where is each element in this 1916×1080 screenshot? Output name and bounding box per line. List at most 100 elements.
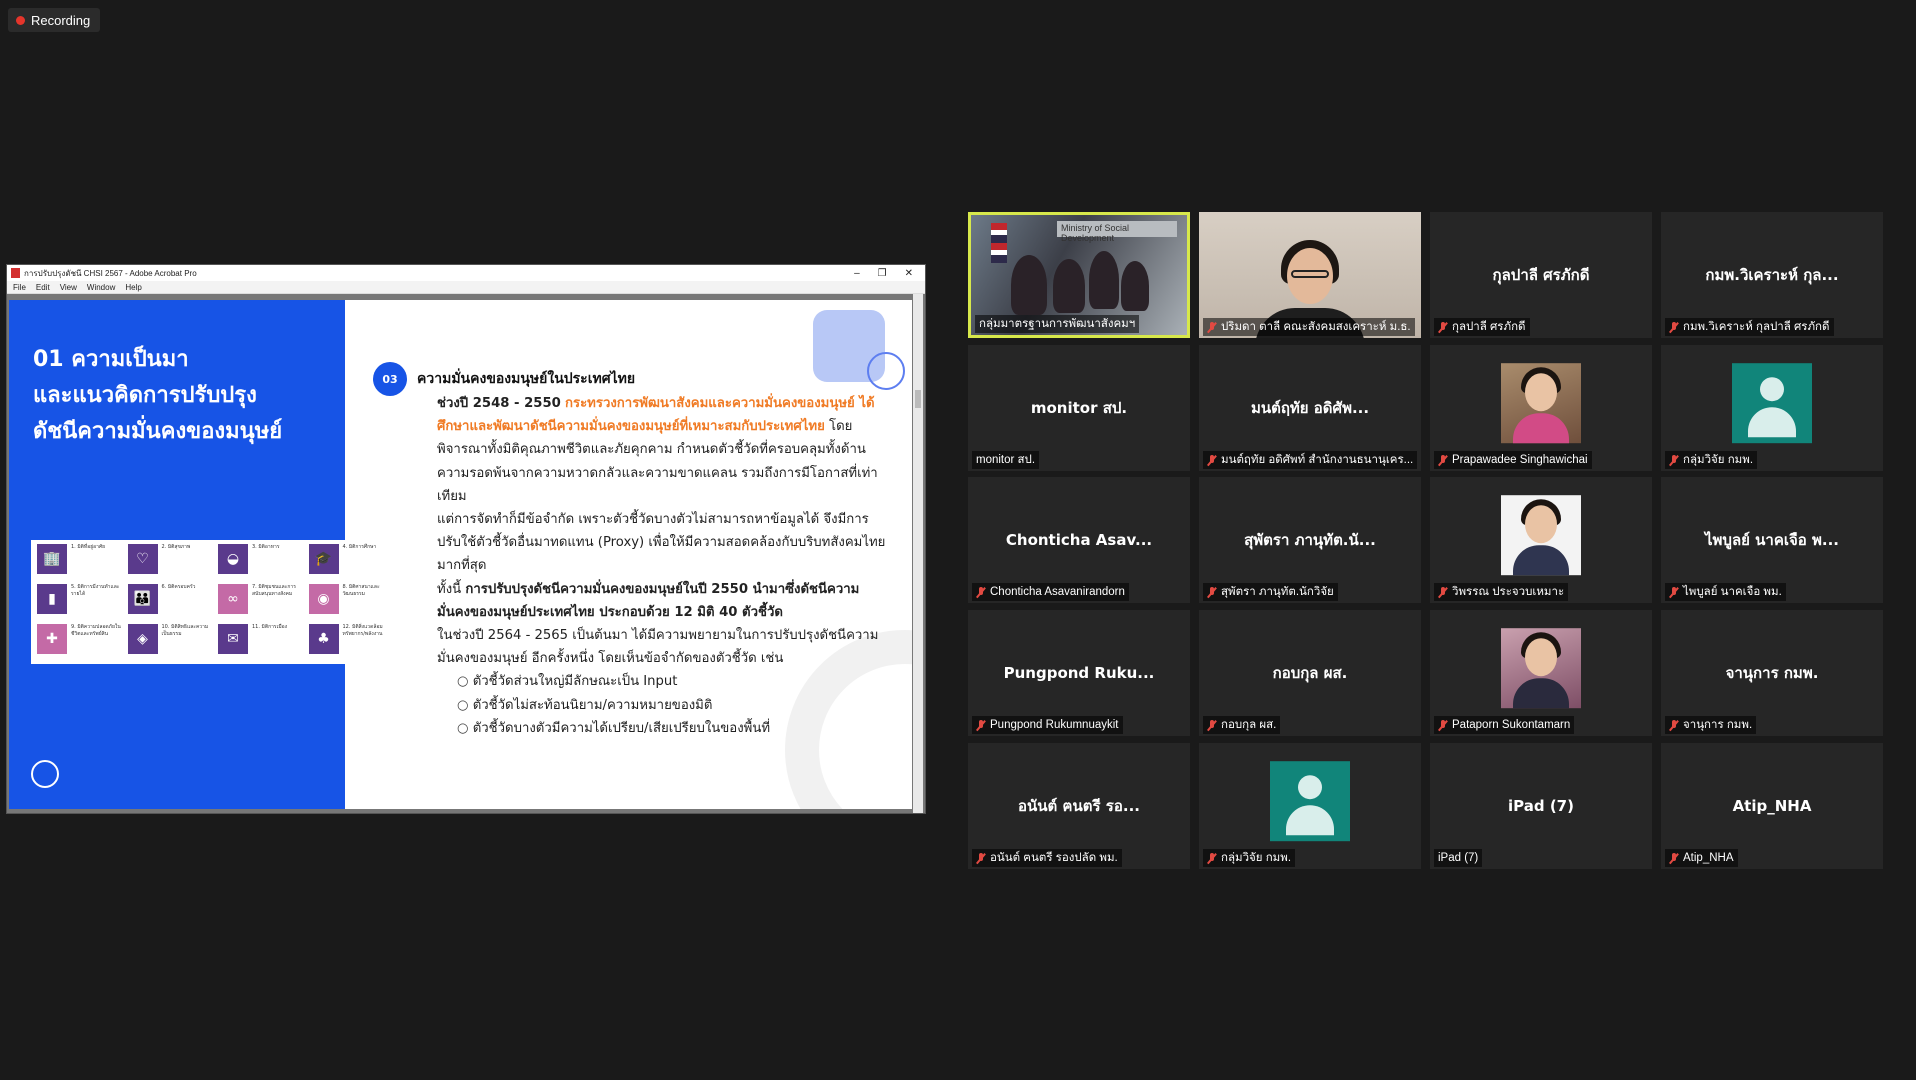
participant-tile[interactable]: Prapawadee Singhawichai bbox=[1430, 345, 1652, 471]
participant-name: วิพรรณ ประจวบเหมาะ bbox=[1452, 586, 1565, 598]
dimension-icon: 👪 bbox=[127, 584, 158, 614]
participant-tile[interactable]: Pataporn Sukontamarn bbox=[1430, 610, 1652, 736]
pdf-viewport[interactable]: 01 ความเป็นมา และแนวคิดการปรับปรุง ดัชนี… bbox=[7, 294, 925, 813]
participant-name: มนต์ฤทัย อดิศัพท์ สำนักงานธนานุเคร... bbox=[1221, 454, 1414, 466]
participant-tile[interactable]: กุลปาลี ศรภักดี กุลปาลี ศรภักดี bbox=[1430, 212, 1652, 338]
recording-indicator[interactable]: Recording bbox=[8, 8, 101, 32]
dimension-label: 5. มิติการมีงานทำและรายได้ bbox=[71, 584, 120, 597]
mic-muted-icon bbox=[1207, 852, 1217, 864]
participant-tile[interactable]: ปริมดา ตาลี คณะสังคมสงเคราะห์ ม.ธ. bbox=[1199, 212, 1421, 338]
dimension-icon: ♡ bbox=[127, 544, 158, 574]
pdf-scrollbar[interactable] bbox=[913, 294, 923, 813]
dimension-label: 2. มิติสุขภาพ bbox=[161, 544, 191, 550]
participant-tile[interactable]: จานุการ กมพ. จานุการ กมพ. bbox=[1661, 610, 1883, 736]
participant-tile[interactable]: Pungpond Ruku... Pungpond Rukumnuaykit bbox=[968, 610, 1190, 736]
slide-heading-line: 01 ความเป็นมา bbox=[33, 347, 189, 372]
participant-name: สุพัตรา ภานุทัต.นักวิจัย bbox=[1221, 586, 1334, 598]
participant-tile[interactable]: Ministry of Social Development กลุ่มมาตรฐ… bbox=[968, 212, 1190, 338]
participant-tile[interactable]: อนันต์ ฅนตรี รอ... อนันต์ ฅนตรี รองปลัด พ… bbox=[968, 743, 1190, 869]
participant-name: monitor สป. bbox=[976, 454, 1036, 466]
slide-right-panel: 03 ความมั่นคงของมนุษย์ในประเทศไทย ช่วงปี… bbox=[345, 300, 912, 809]
participant-tile[interactable]: วิพรรณ ประจวบเหมาะ bbox=[1430, 477, 1652, 603]
participant-name-label: กุลปาลี ศรภักดี bbox=[1434, 318, 1530, 336]
acrobat-title-bar: การปรับปรุงดัชนี CHSI 2567 - Adobe Acrob… bbox=[7, 265, 925, 281]
acrobat-window-title: การปรับปรุงดัชนี CHSI 2567 - Adobe Acrob… bbox=[24, 268, 197, 278]
minimize-button[interactable]: ‒ bbox=[854, 268, 860, 279]
participant-tile[interactable]: มนต์ฤทัย อดิศัพ... มนต์ฤทัย อดิศัพท์ สำนั… bbox=[1199, 345, 1421, 471]
decorative-ring-icon bbox=[31, 760, 59, 788]
avatar bbox=[1501, 363, 1581, 444]
participant-tile[interactable]: Chonticha Asav... Chonticha Asavanirandor… bbox=[968, 477, 1190, 603]
participant-name: กอบกุล ผส. bbox=[1221, 719, 1277, 731]
participant-tile[interactable]: Atip_NHA Atip_NHA bbox=[1661, 743, 1883, 869]
dimension-label: 10. มิติสิทธิและความเป็นธรรม bbox=[161, 624, 209, 637]
menu-edit[interactable]: Edit bbox=[36, 283, 50, 292]
participant-display-name: monitor สป. bbox=[1030, 399, 1128, 417]
dimension-icon: 🏢 bbox=[37, 544, 67, 574]
participant-name-label: Atip_NHA bbox=[1665, 849, 1738, 867]
participant-tile[interactable]: กอบกุล ผส. กอบกุล ผส. bbox=[1199, 610, 1421, 736]
participant-tile[interactable]: monitor สป. monitor สป. bbox=[968, 345, 1190, 471]
pdf-scroll-thumb[interactable] bbox=[915, 390, 921, 408]
close-button[interactable]: ✕ bbox=[905, 268, 913, 279]
paragraph-text: แต่การจัดทำก็มีข้อจำกัด เพราะตัวชี้วัดบา… bbox=[437, 512, 886, 574]
participant-name-label: Pataporn Sukontamarn bbox=[1434, 716, 1575, 734]
mic-muted-icon bbox=[1438, 719, 1448, 731]
recording-dot-icon bbox=[16, 15, 25, 25]
mic-muted-icon bbox=[976, 586, 986, 598]
acrobat-menu-bar: File Edit View Window Help bbox=[7, 281, 925, 294]
menu-window[interactable]: Window bbox=[87, 283, 115, 292]
menu-file[interactable]: File bbox=[13, 283, 26, 292]
shared-screen: การปรับปรุงดัชนี CHSI 2567 - Adobe Acrob… bbox=[6, 264, 926, 814]
participant-name: จานุการ กมพ. bbox=[1683, 719, 1753, 731]
menu-help[interactable]: Help bbox=[125, 283, 141, 292]
participant-name: ปริมดา ตาลี คณะสังคมสงเคราะห์ ม.ธ. bbox=[1221, 321, 1411, 333]
participant-name-label: วิพรรณ ประจวบเหมาะ bbox=[1434, 583, 1569, 601]
bullet-item: ตัวชี้วัดไม่สะท้อนนิยาม/ความหมายของมิติ bbox=[417, 694, 887, 717]
participant-tile[interactable]: สุพัตรา ภานุทัต.นั... สุพัตรา ภานุทัต.นัก… bbox=[1199, 477, 1421, 603]
participant-name: กลุ่มวิจัย กมพ. bbox=[1683, 454, 1754, 466]
participant-tile[interactable]: กลุ่มวิจัย กมพ. bbox=[1661, 345, 1883, 471]
section-title: ความมั่นคงของมนุษย์ในประเทศไทย bbox=[417, 371, 636, 387]
mic-muted-icon bbox=[1669, 454, 1679, 466]
paragraph-text: ในช่วงปี 2564 - 2565 เป็นต้นมา ได้มีความ… bbox=[437, 628, 879, 667]
paragraph-lead: ทั้งนี้ bbox=[437, 581, 462, 597]
mic-muted-icon bbox=[976, 719, 986, 731]
participant-name: ไพบูลย์ นาคเจือ พม. bbox=[1683, 586, 1782, 598]
dimension-icon: ◈ bbox=[127, 624, 158, 654]
mic-muted-icon bbox=[1669, 719, 1679, 731]
bullet-item: ตัวชี้วัดบางตัวมีความได้เปรียบ/เสียเปรีย… bbox=[417, 717, 887, 740]
participant-name-label: มนต์ฤทัย อดิศัพท์ สำนักงานธนานุเคร... bbox=[1203, 451, 1417, 469]
participant-display-name: Chonticha Asav... bbox=[1005, 531, 1153, 549]
participant-name-label: จานุการ กมพ. bbox=[1665, 716, 1757, 734]
mic-muted-icon bbox=[1669, 321, 1679, 333]
participant-tile[interactable]: กมพ.วิเคราะห์ กุล... กมพ.วิเคราะห์ กุลปาล… bbox=[1661, 212, 1883, 338]
slide-heading-line: ดัชนีความมั่นคงของมนุษย์ bbox=[33, 419, 283, 444]
participant-tile[interactable]: ไพบูลย์ นาคเจือ พ... ไพบูลย์ นาคเจือ พม. bbox=[1661, 477, 1883, 603]
slide-body-text: ช่วงปี 2548 - 2550 กระทรวงการพัฒนาสังคมแ… bbox=[417, 392, 887, 740]
participant-name: กมพ.วิเคราะห์ กุลปาลี ศรภักดี bbox=[1683, 321, 1830, 333]
participant-name-label: อนันต์ ฅนตรี รองปลัด พม. bbox=[972, 849, 1122, 867]
default-avatar-icon bbox=[1270, 761, 1350, 842]
participant-tile[interactable]: กลุ่มวิจัย กมพ. bbox=[1199, 743, 1421, 869]
participant-name-label: ปริมดา ตาลี คณะสังคมสงเคราะห์ ม.ธ. bbox=[1203, 318, 1415, 336]
participant-tile[interactable]: iPad (7) iPad (7) bbox=[1430, 743, 1652, 869]
maximize-button[interactable]: ❐ bbox=[878, 268, 887, 279]
mic-muted-icon bbox=[1438, 321, 1448, 333]
participant-display-name: สุพัตรา ภานุทัต.นั... bbox=[1244, 531, 1376, 549]
meeting-room-sign: Ministry of Social Development bbox=[1057, 221, 1177, 243]
dimension-label: 6. มิติครอบครัว bbox=[161, 584, 196, 590]
mic-muted-icon bbox=[1207, 454, 1217, 466]
bold-text: การปรับปรุงดัชนีความมั่นคงของมนุษย์ในปี … bbox=[437, 581, 860, 620]
dimension-item: 🏢 1. มิติที่อยู่อาศัย bbox=[37, 544, 124, 580]
recording-label: Recording bbox=[31, 12, 91, 28]
dimension-label: 9. มิติความปลอดภัยในชีวิตและทรัพย์สิน bbox=[71, 624, 121, 637]
menu-view[interactable]: View bbox=[60, 283, 77, 292]
participant-name-label: Chonticha Asavanirandorn bbox=[972, 583, 1129, 601]
dimension-label: 3. มิติอาหาร bbox=[252, 544, 280, 550]
dimension-icon: ✚ bbox=[37, 624, 67, 654]
participant-display-name: มนต์ฤทัย อดิศัพ... bbox=[1250, 399, 1370, 417]
dimension-label: 11. มิติการเมือง bbox=[252, 624, 288, 630]
participant-display-name: iPad (7) bbox=[1508, 797, 1574, 815]
participant-display-name: จานุการ กมพ. bbox=[1725, 664, 1819, 682]
